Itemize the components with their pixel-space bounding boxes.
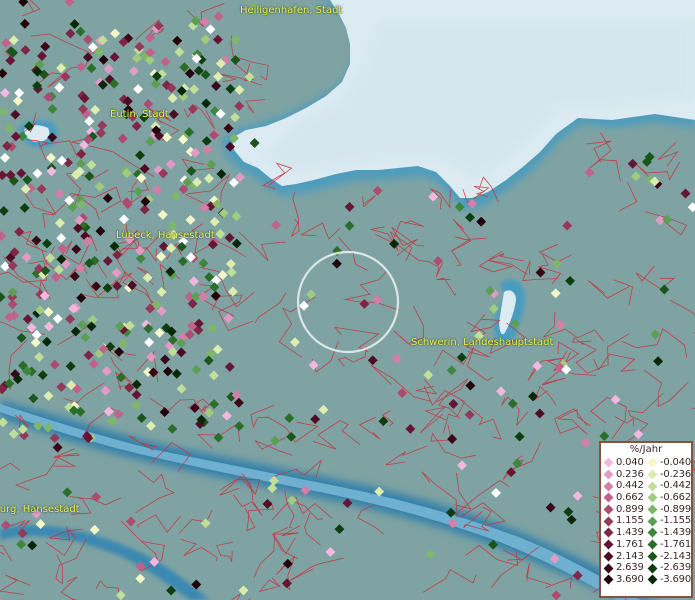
legend-row: -1.439 (647, 527, 691, 539)
legend-value: -1.761 (659, 538, 691, 550)
legend-row: 0.899 (603, 504, 647, 516)
legend-row: -0.899 (647, 504, 691, 516)
legend-value: -0.899 (659, 503, 691, 515)
map-view[interactable]: Heiligenhafen, Stadt Eutin, Stadt Lübeck… (0, 0, 695, 600)
legend-swatch (603, 539, 614, 550)
legend-row: 0.236 (603, 469, 647, 481)
legend-swatch (647, 492, 658, 503)
legend-row: 0.442 (603, 480, 647, 492)
legend-value: 0.662 (616, 492, 644, 504)
legend-swatch (603, 492, 614, 503)
legend-row: 1.155 (603, 515, 647, 527)
legend-value: 0.040 (616, 457, 644, 468)
legend-swatch (647, 516, 658, 527)
legend-row: 3.690 (603, 574, 647, 586)
legend-swatch (647, 528, 658, 538)
legend-swatch (647, 551, 658, 562)
legend-value: -2.143 (659, 550, 691, 562)
legend-row: 1.439 (603, 527, 647, 539)
legend-swatch (603, 516, 614, 527)
legend-swatch (647, 539, 658, 550)
legend: %/Jahr 0.040 0.236 0.442 0.662 0.899 1.155 1.4… (599, 441, 693, 598)
place-label-luebeck: Lübeck, Hansestadt (116, 230, 215, 241)
legend-swatch (603, 457, 614, 468)
legend-row: 0.662 (603, 492, 647, 504)
place-label-heiligenhafen: Heiligenhafen, Stadt (240, 5, 343, 16)
legend-swatch (647, 481, 658, 492)
legend-value: -1.155 (659, 515, 691, 527)
legend-row: 2.143 (603, 551, 647, 563)
place-label-hamburg: Hamburg, Hansestadt (0, 504, 80, 515)
legend-positive-column: 0.040 0.236 0.442 0.662 0.899 1.155 1.439 1.761… (603, 457, 647, 586)
legend-row: -0.662 (647, 492, 691, 504)
legend-value: 0.236 (616, 468, 644, 480)
legend-value: 1.761 (616, 538, 644, 550)
place-label-schwerin: Schwerin, Landeshauptstadt (411, 337, 554, 348)
legend-row: 1.761 (603, 539, 647, 551)
legend-title: %/Jahr (629, 444, 663, 455)
legend-value: 1.155 (616, 515, 644, 527)
legend-value: 1.439 (616, 527, 644, 539)
legend-value: -2.639 (659, 562, 691, 574)
legend-value: 0.442 (616, 480, 644, 492)
legend-row: -0.040 (647, 457, 691, 469)
legend-negative-column: -0.040 -0.236 -0.442 -0.662 -0.899 -1.155 -1.4… (647, 457, 691, 586)
legend-value: 2.639 (616, 562, 644, 574)
legend-row: -0.236 (647, 469, 691, 481)
legend-value: -1.439 (659, 527, 691, 539)
legend-value: -3.690 (659, 573, 691, 585)
legend-row: 2.639 (603, 562, 647, 574)
legend-value: -0.442 (659, 480, 691, 492)
legend-value: -0.236 (659, 468, 691, 480)
legend-swatch (603, 504, 614, 515)
legend-value: -0.662 (659, 492, 691, 504)
legend-row: 0.040 (603, 457, 647, 469)
legend-value: 0.899 (616, 503, 644, 515)
legend-swatch (603, 481, 614, 492)
legend-swatch (647, 457, 658, 468)
legend-row: -1.761 (647, 539, 691, 551)
basemap (0, 0, 695, 600)
legend-swatch (647, 504, 658, 515)
legend-row: -0.442 (647, 480, 691, 492)
legend-swatch (603, 574, 614, 585)
legend-row: -2.143 (647, 551, 691, 563)
place-label-eutin: Eutin, Stadt (110, 109, 169, 120)
legend-value: 2.143 (616, 550, 644, 562)
legend-row: -2.639 (647, 562, 691, 574)
legend-row: -1.155 (647, 515, 691, 527)
legend-swatch (603, 469, 614, 480)
legend-swatch (647, 563, 658, 573)
legend-value: -0.040 (659, 457, 691, 468)
legend-value: 3.690 (616, 573, 644, 585)
legend-row: -3.690 (647, 574, 691, 586)
legend-swatch (647, 574, 658, 585)
legend-swatch (603, 551, 614, 562)
legend-swatch (603, 563, 614, 573)
legend-swatch (603, 528, 614, 538)
legend-swatch (647, 469, 658, 480)
